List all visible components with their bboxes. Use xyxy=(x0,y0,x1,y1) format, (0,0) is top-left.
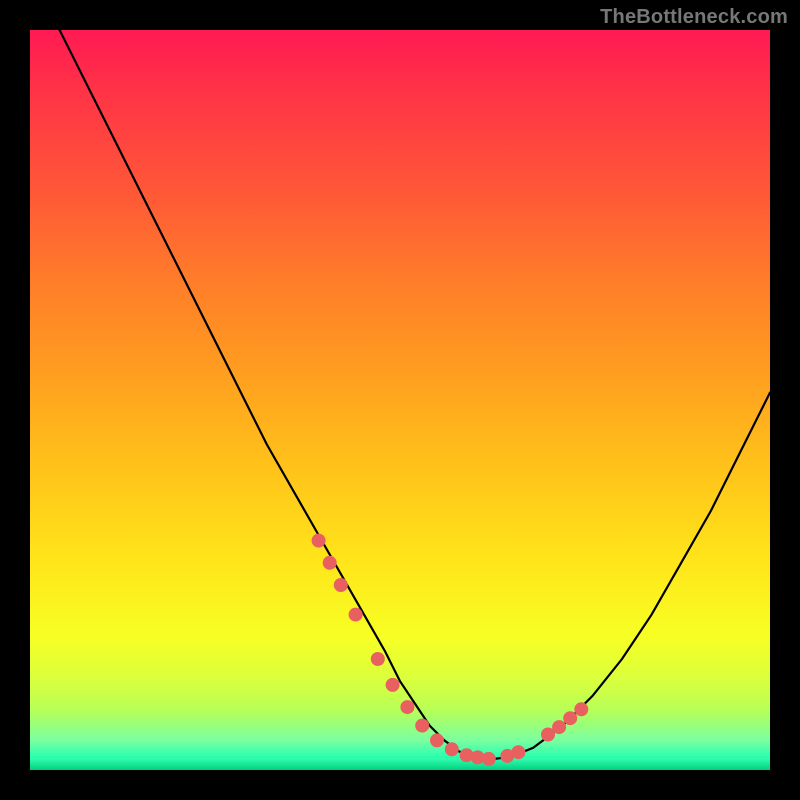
highlight-dot xyxy=(445,742,459,756)
curve-layer xyxy=(30,30,770,770)
highlight-dot xyxy=(323,556,337,570)
watermark-text: TheBottleneck.com xyxy=(600,6,788,29)
highlight-dot xyxy=(482,752,496,766)
highlight-dot xyxy=(511,745,525,759)
highlight-dot xyxy=(552,720,566,734)
highlight-dot xyxy=(312,534,326,548)
highlight-dot xyxy=(415,719,429,733)
highlight-dot xyxy=(430,733,444,747)
highlight-dot xyxy=(574,702,588,716)
chart-stage: TheBottleneck.com xyxy=(0,0,800,800)
highlight-dot xyxy=(349,608,363,622)
highlight-dot xyxy=(334,578,348,592)
highlight-dot xyxy=(563,711,577,725)
highlight-dot xyxy=(400,700,414,714)
highlight-dots-group xyxy=(312,534,589,766)
highlight-dot xyxy=(371,652,385,666)
bottleneck-curve xyxy=(60,30,770,760)
highlight-dot xyxy=(386,678,400,692)
plot-area xyxy=(30,30,770,770)
